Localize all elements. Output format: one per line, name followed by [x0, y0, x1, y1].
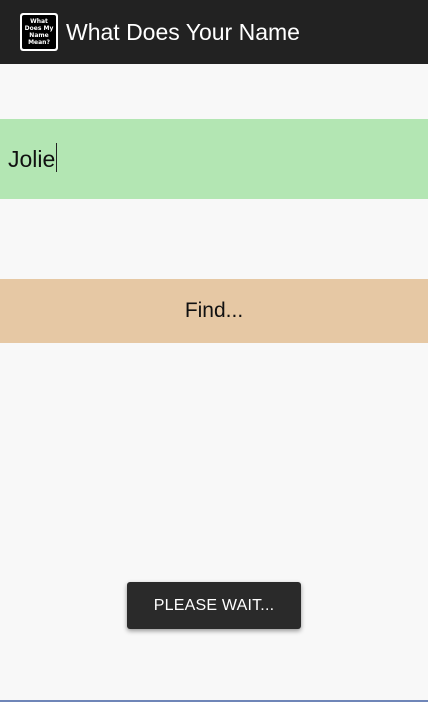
app-logo-text: What Does My Name Mean? — [22, 15, 56, 49]
action-bar: What Does My Name Mean? What Does Your N… — [0, 0, 428, 64]
app-logo-line-1: What — [30, 18, 48, 25]
find-button[interactable]: Find... — [0, 279, 428, 343]
name-input-value: Jolie — [8, 145, 56, 172]
text-cursor — [56, 143, 58, 172]
app-logo-line-2: Does My — [24, 25, 54, 32]
please-wait-toast: PLEASE WAIT... — [127, 582, 301, 629]
app-title: What Does Your Name — [66, 19, 300, 45]
app-logo-line-3: Name — [29, 32, 49, 39]
name-input[interactable]: Jolie — [0, 119, 428, 199]
app-logo-line-4: Mean? — [28, 39, 50, 46]
app-logo-icon: What Does My Name Mean? — [20, 13, 58, 51]
